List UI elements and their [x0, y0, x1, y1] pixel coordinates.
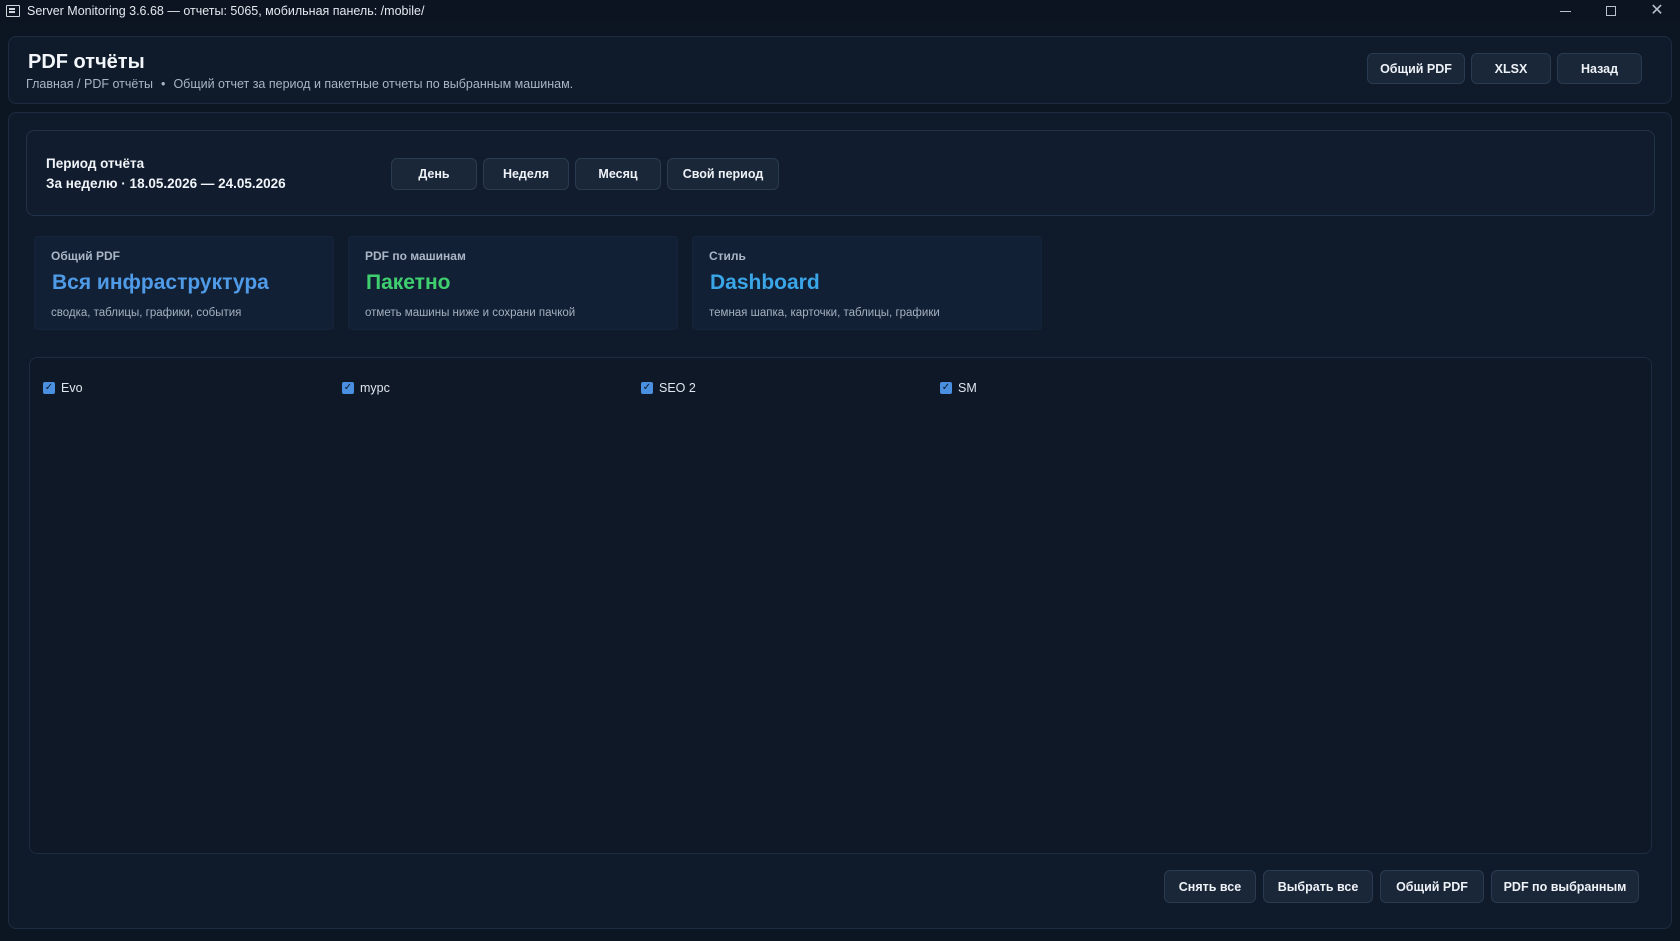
- footer-actions: Снять все Выбрать все Общий PDF PDF по в…: [1164, 870, 1639, 903]
- card-general-pdf: Общий PDF Вся инфраструктура сводка, таб…: [34, 236, 334, 330]
- period-week-button[interactable]: Неделя: [483, 158, 569, 190]
- breadcrumb-separator: •: [161, 77, 166, 91]
- checkbox-checked-icon[interactable]: ✓: [940, 382, 952, 394]
- close-icon: ✕: [1650, 2, 1664, 19]
- main-panel: Период отчёта За неделю · 18.05.2026 — 2…: [8, 112, 1672, 929]
- maximize-button[interactable]: [1588, 0, 1634, 22]
- checkbox-checked-icon[interactable]: ✓: [342, 382, 354, 394]
- xlsx-button[interactable]: XLSX: [1471, 53, 1551, 84]
- machine-name: Evo: [61, 381, 83, 395]
- machine-item[interactable]: ✓ SM: [940, 381, 977, 395]
- breadcrumb: Главная / PDF отчёты • Общий отчет за пери…: [26, 77, 573, 91]
- header-actions: Общий PDF XLSX Назад: [1367, 53, 1642, 84]
- period-day-button[interactable]: День: [391, 158, 477, 190]
- window-controls: ✕: [1542, 0, 1680, 22]
- card-label: PDF по машинам: [365, 249, 466, 263]
- select-all-button[interactable]: Выбрать все: [1263, 870, 1373, 903]
- header-panel: PDF отчёты Главная / PDF отчёты • Общий от…: [8, 36, 1672, 104]
- minimize-icon: [1559, 10, 1571, 12]
- machine-list: ✓ Evo ✓ mypc ✓ SEO 2 ✓ SM: [29, 357, 1652, 854]
- deselect-all-button[interactable]: Снять все: [1164, 870, 1256, 903]
- breadcrumb-path: Главная / PDF отчёты: [26, 77, 154, 91]
- card-label: Стиль: [709, 249, 746, 263]
- minimize-button[interactable]: [1542, 0, 1588, 22]
- close-button[interactable]: ✕: [1634, 0, 1680, 22]
- page-description: Общий отчет за период и пакетные отчеты …: [173, 77, 574, 91]
- maximize-icon: [1606, 6, 1616, 16]
- card-label: Общий PDF: [51, 249, 120, 263]
- app-icon: [6, 5, 20, 17]
- summary-cards: Общий PDF Вся инфраструктура сводка, таб…: [34, 236, 1042, 330]
- machine-name: SM: [958, 381, 977, 395]
- period-selector: День Неделя Месяц Свой период: [391, 158, 779, 190]
- machine-item[interactable]: ✓ mypc: [342, 381, 390, 395]
- page-title: PDF отчёты: [28, 51, 145, 73]
- machine-item[interactable]: ✓ SEO 2: [641, 381, 696, 395]
- back-button[interactable]: Назад: [1557, 53, 1642, 84]
- machine-name: SEO 2: [659, 381, 696, 395]
- general-pdf-button[interactable]: Общий PDF: [1367, 53, 1465, 84]
- machine-item[interactable]: ✓ Evo: [43, 381, 83, 395]
- period-label: Период отчёта: [46, 156, 145, 171]
- period-panel: Период отчёта За неделю · 18.05.2026 — 2…: [26, 130, 1655, 216]
- pdf-selected-button[interactable]: PDF по выбранным: [1491, 870, 1639, 903]
- period-custom-button[interactable]: Свой период: [667, 158, 779, 190]
- period-value: За неделю · 18.05.2026 — 24.05.2026: [46, 176, 286, 191]
- card-value: Пакетно: [366, 271, 451, 294]
- window-titlebar: Server Monitoring 3.6.68 — отчеты: 5065,…: [0, 0, 1680, 22]
- checkbox-checked-icon[interactable]: ✓: [641, 382, 653, 394]
- period-month-button[interactable]: Месяц: [575, 158, 661, 190]
- general-pdf-footer-button[interactable]: Общий PDF: [1380, 870, 1484, 903]
- card-value: Вся инфраструктура: [52, 271, 269, 294]
- card-value: Dashboard: [710, 271, 820, 294]
- card-style: Стиль Dashboard темная шапка, карточки, …: [692, 236, 1042, 330]
- window-title: Server Monitoring 3.6.68 — отчеты: 5065,…: [27, 4, 425, 18]
- card-description: сводка, таблицы, графики, события: [51, 307, 242, 319]
- card-description: темная шапка, карточки, таблицы, графики: [709, 307, 940, 319]
- card-pdf-by-machine: PDF по машинам Пакетно отметь машины ниж…: [348, 236, 678, 330]
- machine-name: mypc: [360, 381, 390, 395]
- checkbox-checked-icon[interactable]: ✓: [43, 382, 55, 394]
- card-description: отметь машины ниже и сохрани пачкой: [365, 307, 576, 319]
